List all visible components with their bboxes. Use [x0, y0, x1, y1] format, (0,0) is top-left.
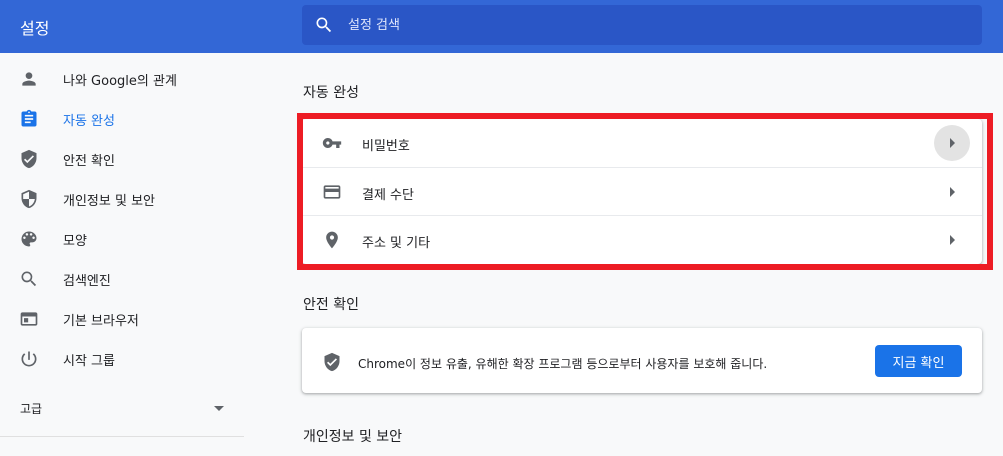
- clipboard-icon: [21, 109, 37, 127]
- sidebar-item-label: 나와 Google의 관계: [63, 74, 177, 89]
- autofill-row-addresses[interactable]: 주소 및 기타: [302, 215, 982, 263]
- arrow-right-icon: [950, 187, 955, 197]
- palette-icon: [21, 231, 37, 247]
- autofill-row-passwords[interactable]: 비밀번호: [302, 119, 982, 167]
- search-box[interactable]: [302, 5, 982, 45]
- sidebar-item-label: 안전 확인: [63, 154, 115, 169]
- autofill-row-payment-methods[interactable]: 결제 수단: [302, 167, 982, 215]
- search-input[interactable]: [348, 5, 968, 45]
- sidebar-item-search-engine[interactable]: 검색엔진: [0, 259, 260, 299]
- row-label: 비밀번호: [362, 139, 410, 154]
- sidebar-item-privacy-security[interactable]: 개인정보 및 보안: [0, 179, 260, 219]
- sidebar-item-autofill[interactable]: 자동 완성: [0, 99, 260, 139]
- top-bar: 설정: [0, 0, 1003, 53]
- row-label: 결제 수단: [362, 188, 414, 203]
- sidebar-item-label: 시작 그룹: [63, 354, 115, 369]
- sidebar: 나와 Google의 관계 자동 완성 안전 확인 개인정보 및 보안 모양 검…: [0, 53, 260, 456]
- sidebar-item-default-browser[interactable]: 기본 브라우저: [0, 299, 260, 339]
- arrow-right-icon: [950, 235, 955, 245]
- credit-card-icon: [323, 185, 341, 199]
- key-icon: [322, 138, 342, 148]
- location-pin-icon: [326, 231, 338, 249]
- sidebar-item-you-and-google[interactable]: 나와 Google의 관계: [0, 59, 260, 99]
- sidebar-divider: [0, 436, 244, 437]
- row-label: 주소 및 기타: [362, 236, 431, 251]
- sidebar-item-label: 기본 브라우저: [63, 314, 139, 329]
- caret-down-icon: [214, 406, 224, 411]
- sidebar-item-on-startup[interactable]: 시작 그룹: [0, 339, 260, 379]
- safety-check-card: Chrome이 정보 유출, 유해한 확장 프로그램 등으로부터 사용자를 보호…: [302, 328, 982, 393]
- shield-icon: [21, 189, 37, 209]
- advanced-label: 고급: [20, 402, 43, 416]
- check-now-button[interactable]: 지금 확인: [875, 345, 962, 377]
- page-title: 설정: [20, 19, 50, 38]
- safety-check-description: Chrome이 정보 유출, 유해한 확장 프로그램 등으로부터 사용자를 보호…: [358, 357, 768, 371]
- power-icon: [21, 351, 37, 367]
- sidebar-item-label: 모양: [63, 234, 87, 249]
- shield-check-icon: [21, 149, 37, 169]
- safety-section-title: 안전 확인: [303, 297, 359, 313]
- advanced-toggle[interactable]: 고급: [0, 388, 244, 428]
- sidebar-item-safety-check[interactable]: 안전 확인: [0, 139, 260, 179]
- sidebar-item-label: 자동 완성: [63, 114, 115, 129]
- shield-check-icon: [324, 352, 340, 372]
- arrow-right-button[interactable]: [934, 222, 970, 258]
- sidebar-item-appearance[interactable]: 모양: [0, 219, 260, 259]
- autofill-section-title: 자동 완성: [303, 85, 359, 101]
- arrow-right-icon: [950, 138, 955, 148]
- autofill-card: 비밀번호 결제 수단 주소 및 기타: [302, 119, 982, 264]
- sidebar-item-label: 개인정보 및 보안: [63, 194, 155, 209]
- sidebar-item-label: 검색엔진: [63, 274, 111, 289]
- browser-icon: [20, 312, 38, 326]
- privacy-section-title: 개인정보 및 보안: [303, 429, 403, 445]
- arrow-right-button[interactable]: [934, 125, 970, 161]
- person-icon: [22, 72, 36, 86]
- search-icon: [21, 271, 37, 287]
- arrow-right-button[interactable]: [934, 174, 970, 210]
- search-icon: [316, 17, 332, 33]
